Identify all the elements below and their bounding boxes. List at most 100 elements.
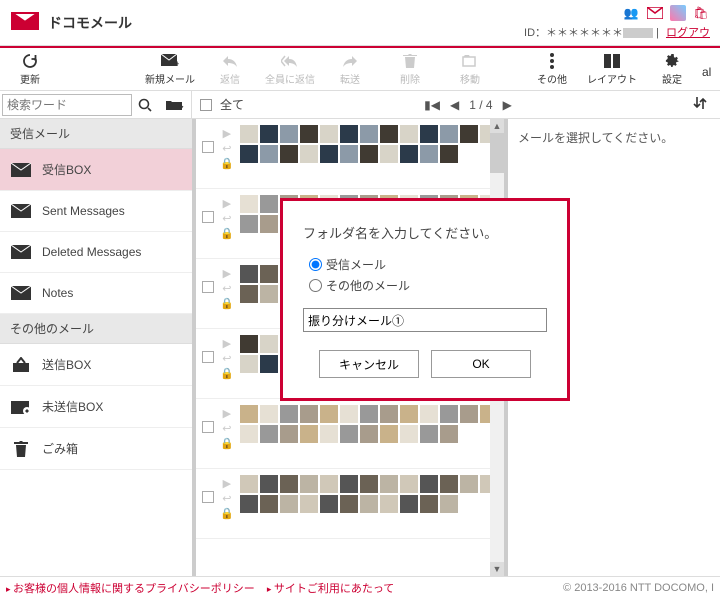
- select-all-checkbox[interactable]: [200, 99, 212, 111]
- page-next-button[interactable]: ▶: [503, 98, 512, 112]
- folder-create-dialog: フォルダ名を入力してください。 受信メール その他のメール キャンセル OK: [280, 198, 570, 401]
- row-thumb: [240, 475, 498, 513]
- reply-indicator-icon: ↩: [222, 492, 231, 505]
- settings-label: 設定: [662, 71, 682, 86]
- reply-all-button: 全員に返信: [260, 47, 320, 92]
- header-quick-icons: 👥 🛍: [622, 4, 710, 22]
- flag-icon: ▶: [223, 477, 231, 490]
- delete-label: 削除: [400, 71, 420, 86]
- mail-logo-icon: [10, 10, 40, 35]
- other-button[interactable]: その他: [522, 47, 582, 92]
- sidebar-item-notes[interactable]: Notes: [0, 273, 192, 314]
- sidebar-label: Sent Messages: [42, 204, 125, 218]
- radio-received[interactable]: 受信メール: [309, 256, 547, 273]
- sidebar-item-trash[interactable]: ごみ箱: [0, 428, 192, 470]
- compose-label: 新規メール: [145, 71, 195, 86]
- radio-other[interactable]: その他のメール: [309, 277, 547, 294]
- sidebar-label: Notes: [42, 286, 73, 300]
- settings-button[interactable]: 設定: [642, 47, 702, 92]
- layout-button[interactable]: レイアウト: [582, 47, 642, 92]
- sidebar-label: Deleted Messages: [42, 245, 141, 259]
- compose-button[interactable]: + 新規メール: [140, 47, 200, 92]
- row-indicators: ▶ ↩ 🔒: [220, 477, 234, 520]
- mail-row[interactable]: ▶ ↩ 🔒: [196, 469, 504, 539]
- terms-link[interactable]: サイトご利用にあたって: [267, 580, 394, 596]
- search-button[interactable]: [132, 91, 158, 119]
- page-first-button[interactable]: ▮◀: [424, 98, 440, 112]
- svg-text:+: +: [175, 59, 179, 68]
- row-indicators: ▶↩🔒: [220, 197, 234, 240]
- radio-received-input[interactable]: [309, 258, 322, 271]
- toolbar: 更新 +新規メール 返信 全員に返信 転送 削除 移動 その他 レイアウト 設定…: [0, 46, 720, 91]
- sidebar: 受信メール 受信BOX Sent Messages Deleted Messag…: [0, 119, 196, 576]
- logout-link[interactable]: ログアウ: [666, 27, 710, 39]
- scroll-thumb[interactable]: [490, 133, 504, 173]
- layout-label: レイアウト: [587, 71, 637, 86]
- id-line: ID：＊＊＊＊＊＊＊ | ログアウ: [524, 24, 710, 40]
- sidebar-item-deleted[interactable]: Deleted Messages: [0, 232, 192, 273]
- reply-label: 返信: [220, 71, 240, 86]
- radio-other-input[interactable]: [309, 279, 322, 292]
- envelope-icon: [10, 285, 32, 301]
- contacts-icon[interactable]: 👥: [622, 4, 640, 22]
- move-icon: [461, 53, 479, 69]
- reply-indicator-icon: ↩: [222, 212, 231, 225]
- scroll-up-button[interactable]: ▲: [490, 119, 504, 133]
- move-label: 移動: [460, 71, 480, 86]
- row-checkbox[interactable]: [202, 351, 214, 363]
- lock-icon: 🔒: [220, 367, 234, 380]
- row-indicators: ▶↩🔒: [220, 337, 234, 380]
- folder-name-input[interactable]: [303, 308, 547, 332]
- dialog-title: フォルダ名を入力してください。: [303, 223, 547, 242]
- flag-icon: ▶: [223, 197, 231, 210]
- row-thumb: [240, 125, 498, 163]
- flag-icon: ▶: [223, 127, 231, 140]
- select-all-label: 全て: [220, 96, 244, 113]
- trash-icon: [401, 53, 419, 69]
- layout-icon: [603, 53, 621, 69]
- refresh-button[interactable]: 更新: [0, 47, 60, 92]
- sidebar-group-other: その他のメール: [0, 314, 192, 344]
- forward-icon: [341, 53, 359, 69]
- sort-button[interactable]: [692, 96, 712, 113]
- privacy-link[interactable]: お客様の個人情報に関するプライバシーポリシー: [6, 580, 255, 596]
- page-prev-button[interactable]: ◀: [450, 98, 459, 112]
- row-checkbox[interactable]: [202, 281, 214, 293]
- reply-all-icon: [281, 53, 299, 69]
- search-input[interactable]: [2, 94, 132, 116]
- lock-icon: 🔒: [220, 157, 234, 170]
- row-checkbox[interactable]: [202, 211, 214, 223]
- list-header: 全て ▮◀ ◀ 1 / 4 ▶: [192, 96, 720, 113]
- mail-row[interactable]: ▶↩🔒: [196, 119, 504, 189]
- store-icon[interactable]: 🛍: [692, 4, 710, 22]
- trash-icon: [10, 441, 32, 457]
- mail-row[interactable]: ▶↩🔒: [196, 399, 504, 469]
- folder-dropdown[interactable]: [158, 91, 192, 119]
- row-checkbox[interactable]: [202, 491, 214, 503]
- sidebar-item-inbox[interactable]: 受信BOX: [0, 149, 192, 191]
- sidebar-label: 送信BOX: [42, 356, 91, 373]
- row-checkbox[interactable]: [202, 421, 214, 433]
- lock-icon: 🔒: [220, 507, 234, 520]
- sidebar-item-outbox[interactable]: 送信BOX: [0, 344, 192, 386]
- refresh-label: 更新: [20, 71, 40, 86]
- other-label: その他: [537, 71, 567, 86]
- apps-icon[interactable]: [670, 5, 686, 21]
- sidebar-item-drafts[interactable]: 未送信BOX: [0, 386, 192, 428]
- sidebar-item-sent[interactable]: Sent Messages: [0, 191, 192, 232]
- logo-wrap: ドコモメール: [10, 10, 132, 35]
- row-indicators: ▶↩🔒: [220, 127, 234, 170]
- compose-icon: +: [161, 53, 179, 69]
- overflow-label: al: [702, 59, 720, 79]
- dots-icon: [543, 53, 561, 69]
- mail-icon[interactable]: [646, 4, 664, 22]
- cancel-button[interactable]: キャンセル: [319, 350, 419, 378]
- row-checkbox[interactable]: [202, 141, 214, 153]
- ok-button[interactable]: OK: [431, 350, 531, 378]
- row-thumb: [240, 405, 498, 443]
- sep: |: [656, 27, 662, 39]
- envelope-icon: [10, 162, 32, 178]
- header-right: 👥 🛍 ID：＊＊＊＊＊＊＊ | ログアウ: [524, 4, 710, 40]
- scroll-down-button[interactable]: ▼: [490, 562, 504, 576]
- outbox-icon: [10, 357, 32, 373]
